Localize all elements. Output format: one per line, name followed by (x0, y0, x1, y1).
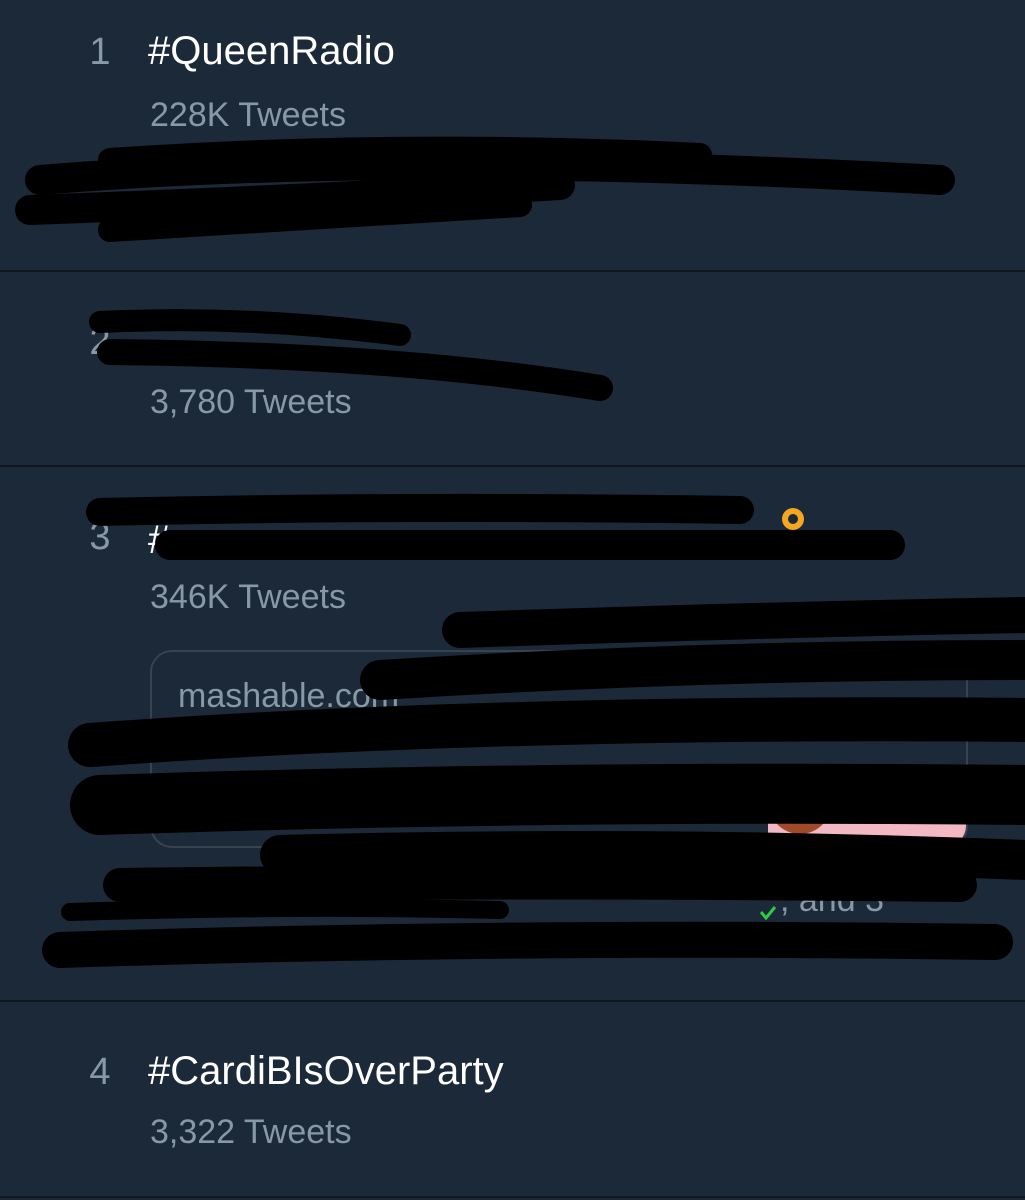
card-domain: mashable.com (178, 677, 400, 715)
trend-tweet-count: 346K Tweets (150, 578, 346, 616)
trend-tweet-count: 228K Tweets (150, 96, 346, 134)
trend-tweet-count: 3,780 Tweets (150, 383, 352, 421)
trend-name[interactable]: #QueenRadio (148, 28, 395, 74)
trends-list: 1 #QueenRadio 228K Tweets 2 3,780 Tweets… (0, 0, 1025, 1200)
trend-rank: 1 (89, 31, 111, 73)
card-thumbnail (768, 772, 966, 846)
trend-name[interactable]: # (148, 517, 170, 563)
location-pin-icon (782, 508, 804, 530)
trend-item-4[interactable]: 4 #CardiBIsOverParty 3,322 Tweets (0, 1002, 1025, 1200)
verified-check-icon (760, 906, 776, 920)
link-preview-card[interactable]: mashable.com (150, 650, 968, 848)
trend-tweet-count: 3,322 Tweets (150, 1113, 352, 1151)
trend-name[interactable]: #CardiBIsOverParty (148, 1048, 504, 1094)
trend-item-2[interactable]: 2 3,780 Tweets (0, 272, 1025, 465)
trend-rank: 4 (89, 1051, 111, 1093)
card-trailing-text: , and 3 (780, 881, 884, 919)
trend-rank: 3 (89, 516, 111, 558)
trend-rank: 2 (89, 321, 111, 363)
trend-item-1[interactable]: 1 #QueenRadio 228K Tweets (0, 0, 1025, 270)
divider (0, 1196, 1025, 1198)
